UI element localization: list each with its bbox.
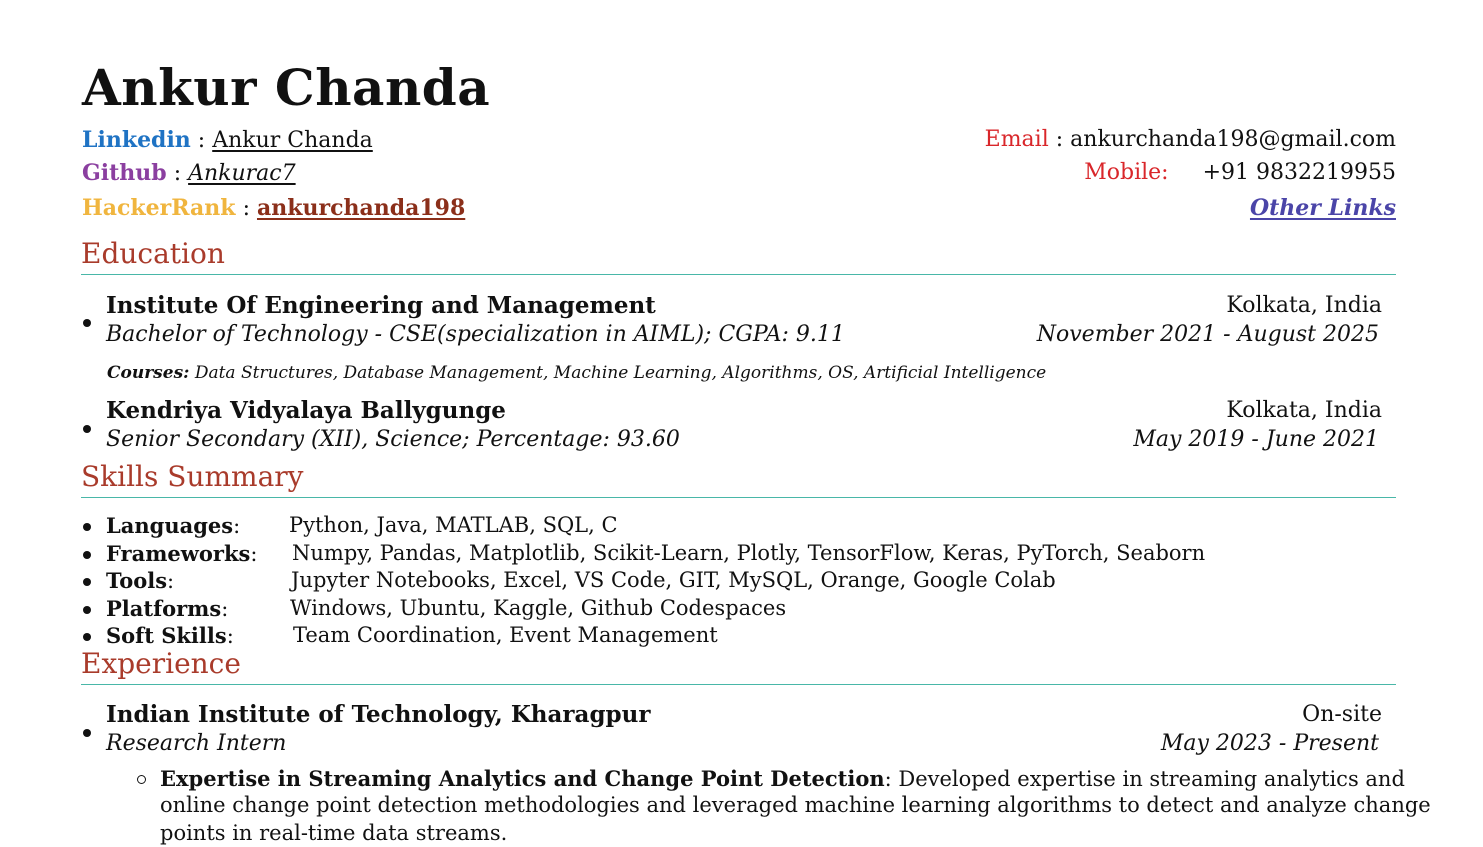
edu-location: Kolkata, India — [1226, 398, 1382, 423]
skill-label: Languages: — [106, 513, 241, 538]
separator: : — [173, 161, 182, 186]
bullet — [83, 729, 91, 737]
linkedin-link[interactable]: Ankur Chanda — [212, 128, 373, 153]
edu-location: Kolkata, India — [1226, 293, 1382, 318]
edu-dates: May 2019 - June 2021 — [1133, 427, 1379, 452]
courses-label: Courses: — [107, 363, 190, 383]
edu-school: Kendriya Vidyalaya Ballygunge — [106, 397, 506, 424]
bullet — [83, 523, 91, 531]
bullet — [83, 578, 91, 586]
linkedin-row: Linkedin : Ankur Chanda — [82, 127, 373, 153]
hackerrank-label: HackerRank — [82, 195, 236, 221]
mobile-value: +91 9832219955 — [1202, 160, 1396, 185]
email-label: Email — [984, 127, 1049, 152]
hackerrank-row: HackerRank : ankurchanda198 — [82, 195, 465, 221]
exp-point-line3: points in real-time data streams. — [160, 821, 508, 845]
other-links-row: Other Links — [1250, 195, 1396, 221]
skill-value: Jupyter Notebooks, Excel, VS Code, GIT, … — [291, 568, 1056, 592]
bullet — [83, 319, 91, 327]
section-title-skills: Skills Summary — [81, 460, 304, 493]
section-divider — [81, 274, 1396, 275]
skill-label: Soft Skills: — [106, 623, 234, 648]
bullet — [83, 633, 91, 641]
mobile-row: Mobile: +91 9832219955 — [1084, 160, 1396, 185]
skill-label: Tools: — [106, 568, 175, 593]
bullet — [83, 606, 91, 614]
edu-degree: Bachelor of Technology - CSE(specializat… — [106, 322, 845, 347]
hackerrank-link[interactable]: ankurchanda198 — [257, 195, 465, 221]
separator: : — [242, 196, 250, 221]
separator: : — [1055, 127, 1064, 152]
edu-dates: November 2021 - August 2025 — [1036, 322, 1379, 347]
skill-value: Team Coordination, Event Management — [293, 623, 718, 647]
exp-org: Indian Institute of Technology, Kharagpu… — [106, 701, 651, 728]
edu-degree: Senior Secondary (XII), Science; Percent… — [106, 427, 680, 452]
exp-role: Research Intern — [106, 731, 287, 756]
exp-point-line1: Expertise in Streaming Analytics and Cha… — [160, 766, 1405, 791]
section-title-experience: Experience — [81, 647, 241, 680]
exp-point-title: Expertise in Streaming Analytics and Cha… — [160, 766, 885, 791]
section-divider — [81, 684, 1396, 685]
other-links-link[interactable]: Other Links — [1250, 195, 1396, 221]
exp-point-line2: online change point detection methodolog… — [160, 793, 1431, 817]
exp-mode: On-site — [1302, 702, 1382, 727]
edu-courses: Courses: Data Structures, Database Manag… — [107, 363, 1046, 383]
courses-list: Data Structures, Database Management, Ma… — [194, 363, 1047, 383]
skill-value: Windows, Ubuntu, Kaggle, Github Codespac… — [290, 596, 787, 620]
email-link[interactable]: ankurchanda198@gmail.com — [1070, 127, 1396, 152]
bullet — [83, 551, 91, 559]
section-title-education: Education — [81, 237, 225, 270]
github-row: Github : Ankurac7 — [82, 160, 296, 186]
edu-school: Institute Of Engineering and Management — [106, 292, 656, 319]
bullet — [83, 425, 91, 433]
resume-name: Ankur Chanda — [82, 58, 491, 117]
skill-label: Frameworks: — [106, 541, 258, 566]
linkedin-label: Linkedin — [82, 127, 191, 153]
section-divider — [81, 497, 1396, 498]
skill-label: Platforms: — [106, 596, 229, 621]
email-row: Email : ankurchanda198@gmail.com — [985, 127, 1396, 152]
separator: : — [197, 128, 206, 153]
exp-dates: May 2023 - Present — [1160, 731, 1379, 756]
mobile-label: Mobile: — [1084, 160, 1169, 185]
skill-value: Python, Java, MATLAB, SQL, C — [289, 513, 618, 537]
github-label: Github — [82, 160, 167, 186]
sub-bullet — [137, 775, 146, 784]
skill-value: Numpy, Pandas, Matplotlib, Scikit-Learn,… — [292, 541, 1206, 565]
github-link[interactable]: Ankurac7 — [188, 161, 296, 186]
